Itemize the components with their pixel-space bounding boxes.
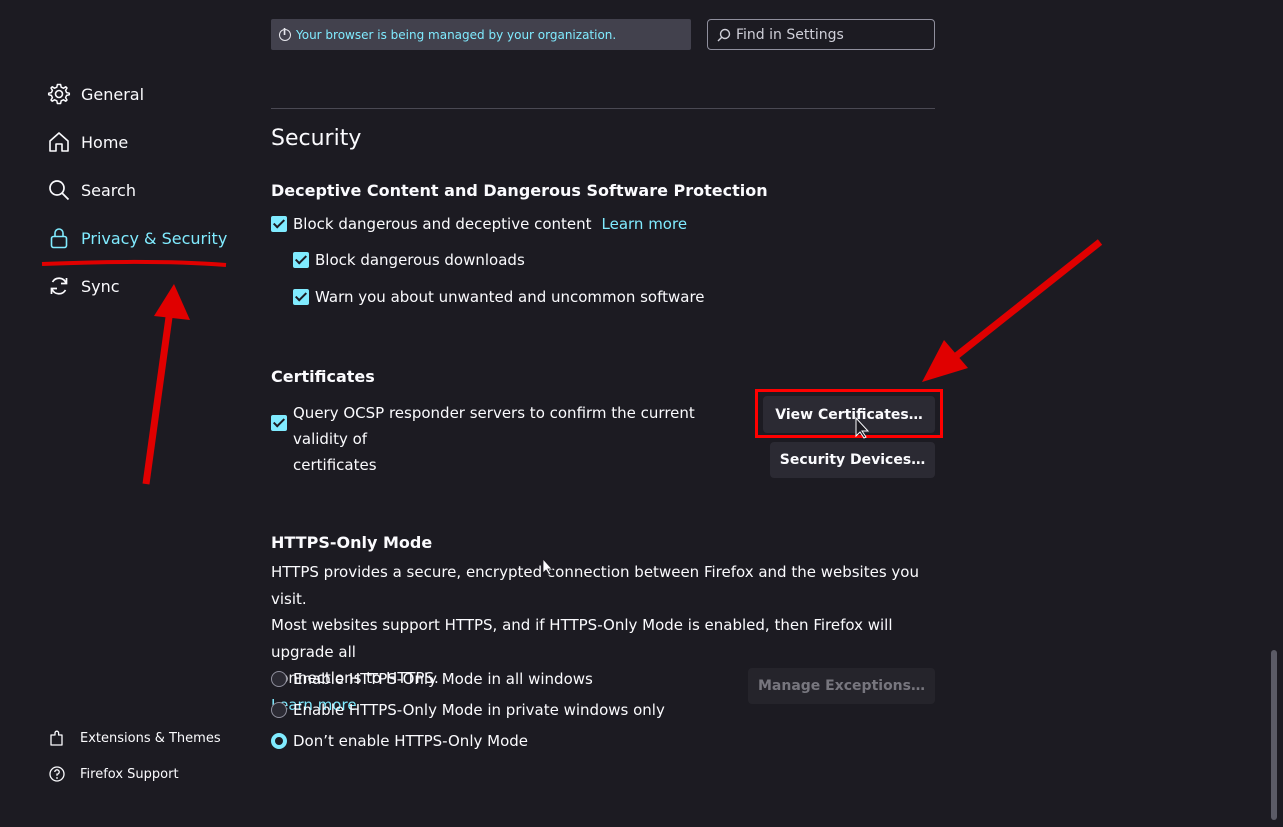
sidebar-item-label: General	[81, 84, 145, 104]
sidebar-footer-label: Extensions & Themes	[80, 730, 221, 746]
search-input[interactable]	[736, 26, 926, 43]
home-icon	[49, 132, 69, 152]
scrollbar[interactable]	[1271, 650, 1277, 820]
sync-icon	[50, 277, 68, 295]
sidebar-footer-label: Firefox Support	[80, 766, 179, 782]
sidebar-item-label: Privacy & Security	[81, 228, 228, 248]
uncommon-software-label: Warn you about unwanted and uncommon sof…	[315, 288, 705, 306]
block-deceptive-checkbox[interactable]	[271, 216, 287, 232]
radio-button-selected[interactable]	[271, 733, 287, 749]
managed-notice: Your browser is being managed by your or…	[271, 19, 691, 50]
learn-more-link[interactable]: Learn more	[602, 215, 688, 233]
sidebar-item-home[interactable]: Home	[47, 127, 128, 157]
ocsp-checkbox-box[interactable]	[271, 415, 287, 431]
sidebar-item-general[interactable]: General	[47, 79, 144, 109]
red-arrow-certificates	[922, 239, 1103, 382]
radio-label: Enable HTTPS-Only Mode in private window…	[293, 701, 665, 719]
red-arrow-sidebar	[142, 284, 190, 485]
sidebar-item-label: Sync	[81, 276, 120, 296]
description-line: HTTPS provides a secure, encrypted conne…	[271, 563, 919, 608]
block-deceptive-label: Block dangerous and deceptive content	[293, 215, 592, 233]
uncommon-software-checkbox[interactable]	[293, 289, 309, 305]
page-title: Security	[271, 126, 362, 151]
sidebar-item-sync[interactable]: Sync	[47, 271, 120, 301]
info-icon	[279, 28, 291, 41]
search-icon	[49, 180, 70, 201]
https-only-heading: HTTPS-Only Mode	[271, 533, 433, 552]
managed-notice-text: Your browser is being managed by your or…	[296, 27, 617, 42]
ocsp-label-line: certificates	[293, 456, 377, 474]
sidebar-item-privacy-security[interactable]: Privacy & Security	[47, 223, 227, 253]
ocsp-checkbox[interactable]	[271, 415, 293, 431]
sidebar-extensions-themes[interactable]: Extensions & Themes	[48, 729, 221, 747]
sidebar-item-label: Home	[81, 132, 129, 152]
radio-button[interactable]	[271, 702, 287, 718]
uncommon-software-checkbox-row[interactable]: Warn you about unwanted and uncommon sof…	[293, 288, 705, 306]
settings-search[interactable]	[707, 19, 935, 50]
radio-dont-enable[interactable]: Don’t enable HTTPS-Only Mode	[271, 732, 528, 750]
search-icon	[717, 28, 731, 41]
sidebar-firefox-support[interactable]: Firefox Support	[48, 765, 179, 783]
radio-button[interactable]	[271, 671, 287, 687]
sidebar-item-label: Search	[81, 180, 136, 200]
block-downloads-checkbox-row[interactable]: Block dangerous downloads	[293, 251, 525, 269]
manage-exceptions-button[interactable]: Manage Exceptions…	[748, 668, 935, 704]
lock-icon	[50, 228, 68, 249]
sidebar-item-search[interactable]: Search	[47, 175, 136, 205]
help-icon	[49, 766, 65, 782]
ocsp-label: Query OCSP responder servers to confirm …	[293, 400, 753, 478]
gear-icon	[47, 83, 71, 105]
radio-all-windows[interactable]: Enable HTTPS-Only Mode in all windows	[271, 670, 593, 688]
section-divider	[271, 108, 935, 109]
radio-label: Enable HTTPS-Only Mode in all windows	[293, 670, 593, 688]
deceptive-heading: Deceptive Content and Dangerous Software…	[271, 181, 768, 200]
description-line: Most websites support HTTPS, and if HTTP…	[271, 616, 893, 661]
ocsp-label-line: Query OCSP responder servers to confirm …	[293, 404, 695, 448]
puzzle-icon	[50, 730, 63, 746]
block-downloads-label: Block dangerous downloads	[315, 251, 525, 269]
radio-private-windows[interactable]: Enable HTTPS-Only Mode in private window…	[271, 701, 665, 719]
certificates-heading: Certificates	[271, 367, 375, 386]
block-deceptive-checkbox-row[interactable]: Block dangerous and deceptive content Le…	[271, 215, 687, 233]
view-certificates-button[interactable]: View Certificates…	[763, 396, 935, 433]
red-underline	[41, 259, 227, 267]
block-downloads-checkbox[interactable]	[293, 252, 309, 268]
radio-label: Don’t enable HTTPS-Only Mode	[293, 732, 528, 750]
security-devices-button[interactable]: Security Devices…	[770, 442, 935, 478]
